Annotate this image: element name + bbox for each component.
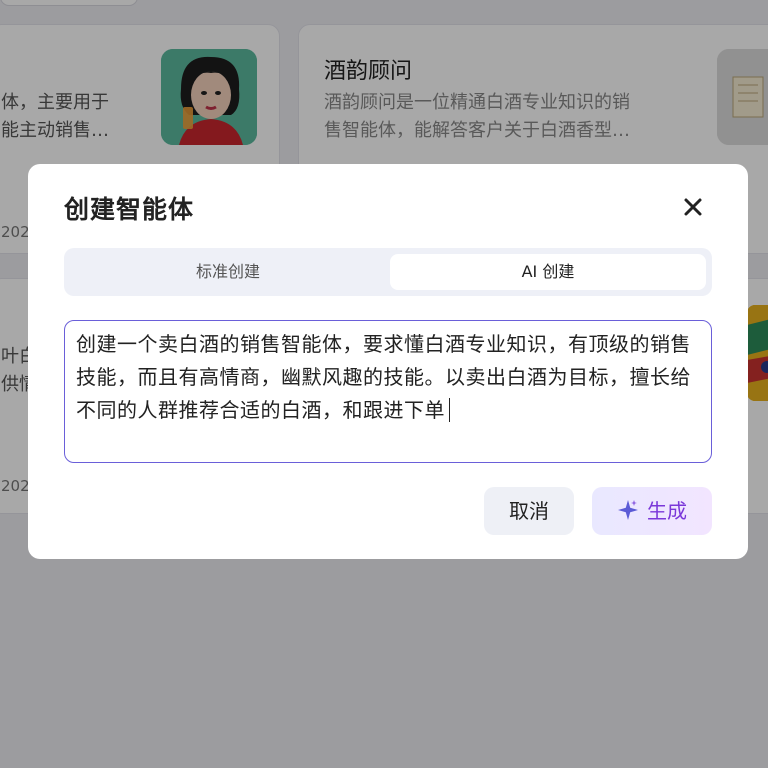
tab-standard-create[interactable]: 标准创建: [70, 254, 386, 290]
generate-button[interactable]: 生成: [592, 487, 712, 535]
create-mode-tabs: 标准创建 AI 创建: [64, 248, 712, 296]
dialog-title: 创建智能体: [64, 195, 195, 224]
generate-button-label: 生成: [647, 499, 687, 523]
tab-ai-create[interactable]: AI 创建: [390, 254, 706, 290]
cancel-button[interactable]: 取消: [484, 487, 574, 535]
create-agent-dialog: 创建智能体 标准创建 AI 创建 创建一个卖白酒的销售智能体，要求懂白酒专业知识…: [28, 164, 748, 559]
cancel-button-label: 取消: [509, 499, 549, 523]
close-icon[interactable]: [678, 192, 708, 222]
ai-prompt-textarea[interactable]: 创建一个卖白酒的销售智能体，要求懂白酒专业知识，有顶级的销售技能，而且有高情商，…: [64, 320, 712, 463]
sparkle-icon: [617, 490, 639, 520]
text-caret: [449, 398, 450, 422]
prompt-text: 创建一个卖白酒的销售智能体，要求懂白酒专业知识，有顶级的销售技能，而且有高情商，…: [76, 332, 691, 422]
